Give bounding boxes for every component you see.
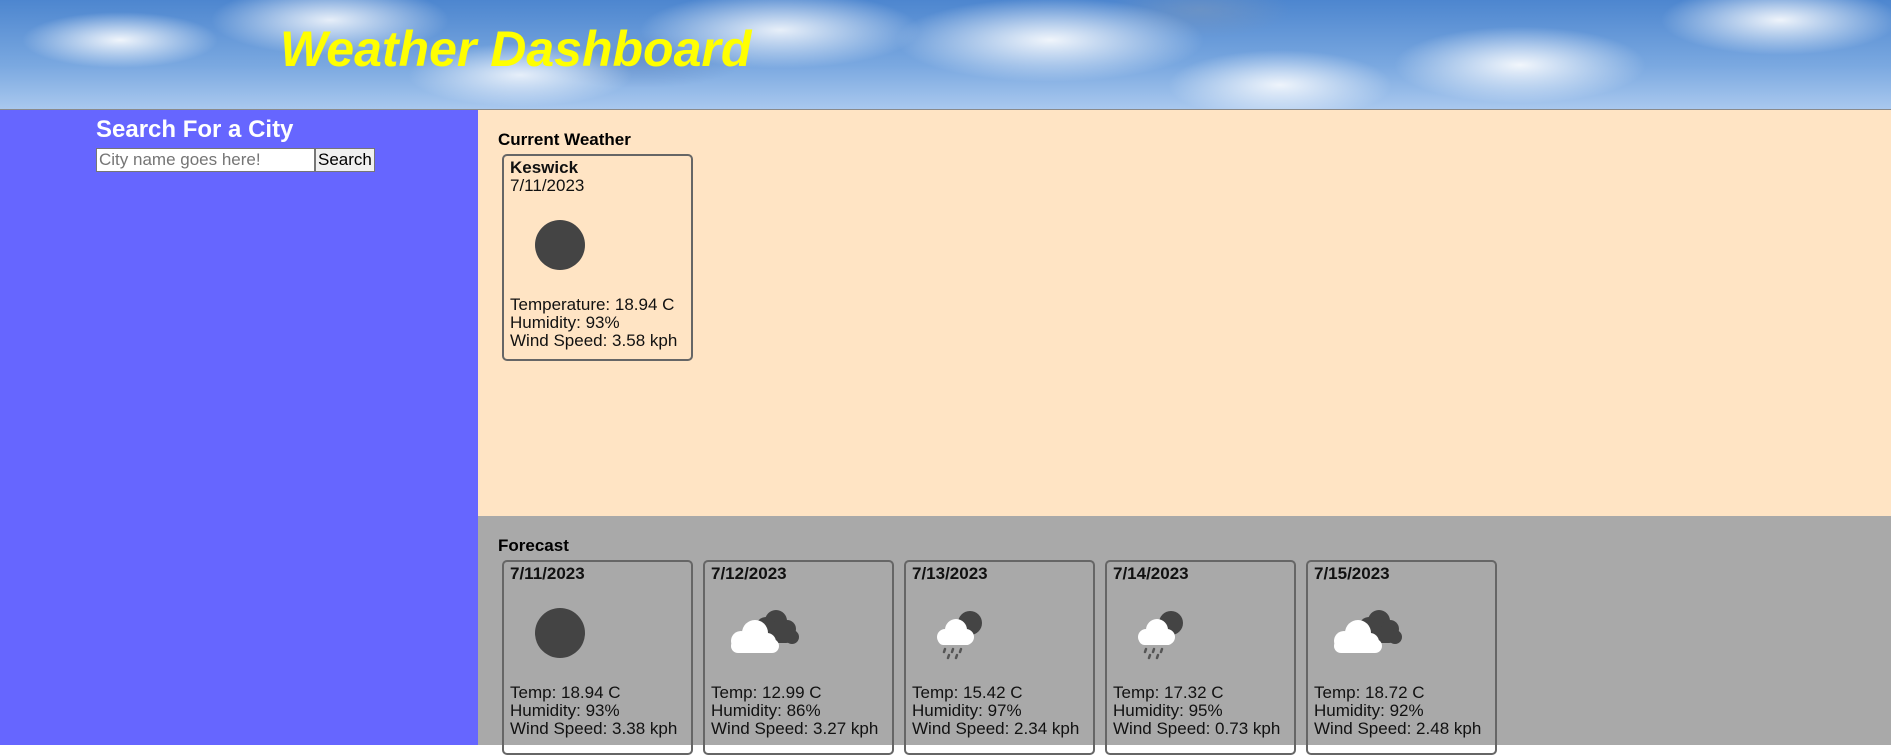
- current-humidity: Humidity: 93%: [510, 313, 620, 332]
- search-button[interactable]: Search: [315, 148, 375, 172]
- sidebar: Search For a City Search: [0, 110, 478, 745]
- forecast-wind: Wind Speed: 3.27 kph: [711, 719, 879, 738]
- page-title: Weather Dashboard: [280, 21, 752, 77]
- search-heading: Search For a City: [96, 116, 294, 143]
- forecast-humidity: Humidity: 93%: [510, 701, 620, 720]
- current-weather-section: Current Weather Keswick 7/11/2023 Temper…: [478, 110, 1891, 516]
- city-search-input[interactable]: [96, 148, 315, 172]
- current-weather-heading: Current Weather: [498, 130, 631, 149]
- forecast-date: 7/12/2023: [711, 564, 787, 583]
- forecast-date: 7/15/2023: [1314, 564, 1390, 583]
- forecast-humidity: Humidity: 97%: [912, 701, 1022, 720]
- forecast-date: 7/14/2023: [1113, 564, 1189, 583]
- forecast-temp: Temp: 15.42 C: [912, 683, 1023, 702]
- rain-icon: [1113, 583, 1213, 683]
- clear-moon-icon: [510, 195, 610, 295]
- header-banner: Weather Dashboard: [0, 0, 1891, 110]
- forecast-humidity: Humidity: 95%: [1113, 701, 1223, 720]
- forecast-temp: Temp: 18.94 C: [510, 683, 621, 702]
- current-weather-card: Keswick 7/11/2023 Temperature: 18.94 C H…: [502, 154, 693, 361]
- forecast-humidity: Humidity: 92%: [1314, 701, 1424, 720]
- current-date: 7/11/2023: [510, 176, 585, 195]
- forecast-temp: Temp: 18.72 C: [1314, 683, 1425, 702]
- forecast-card: 7/12/2023 Temp: 12.99 C Humidity: 86% Wi…: [703, 560, 894, 755]
- current-temperature: Temperature: 18.94 C: [510, 295, 675, 314]
- forecast-date: 7/11/2023: [510, 564, 585, 583]
- forecast-wind: Wind Speed: 0.73 kph: [1113, 719, 1281, 738]
- forecast-section: Forecast 7/11/2023 Temp: 18.94 C Humidit…: [478, 516, 1891, 755]
- forecast-card: 7/13/2023 Temp: 15.42 C Humidity: 97% Wi…: [904, 560, 1095, 755]
- rain-icon: [912, 583, 1012, 683]
- forecast-date: 7/13/2023: [912, 564, 988, 583]
- city-name: Keswick: [510, 158, 579, 177]
- forecast-wind: Wind Speed: 3.38 kph: [510, 719, 678, 738]
- broken-clouds-icon: [711, 583, 811, 683]
- forecast-humidity: Humidity: 86%: [711, 701, 821, 720]
- forecast-temp: Temp: 12.99 C: [711, 683, 822, 702]
- forecast-wind: Wind Speed: 2.34 kph: [912, 719, 1080, 738]
- forecast-card: 7/11/2023 Temp: 18.94 C Humidity: 93% Wi…: [502, 560, 693, 755]
- forecast-card: 7/15/2023 Temp: 18.72 C Humidity: 92% Wi…: [1306, 560, 1497, 755]
- search-form: Search: [96, 148, 375, 172]
- forecast-card: 7/14/2023 Temp: 17.32 C Humidity: 95% Wi…: [1105, 560, 1296, 755]
- forecast-temp: Temp: 17.32 C: [1113, 683, 1224, 702]
- broken-clouds-icon: [1314, 583, 1414, 683]
- clear-moon-icon: [510, 583, 610, 683]
- current-wind-speed: Wind Speed: 3.58 kph: [510, 331, 678, 350]
- forecast-wind: Wind Speed: 2.48 kph: [1314, 719, 1482, 738]
- forecast-heading: Forecast: [498, 536, 569, 555]
